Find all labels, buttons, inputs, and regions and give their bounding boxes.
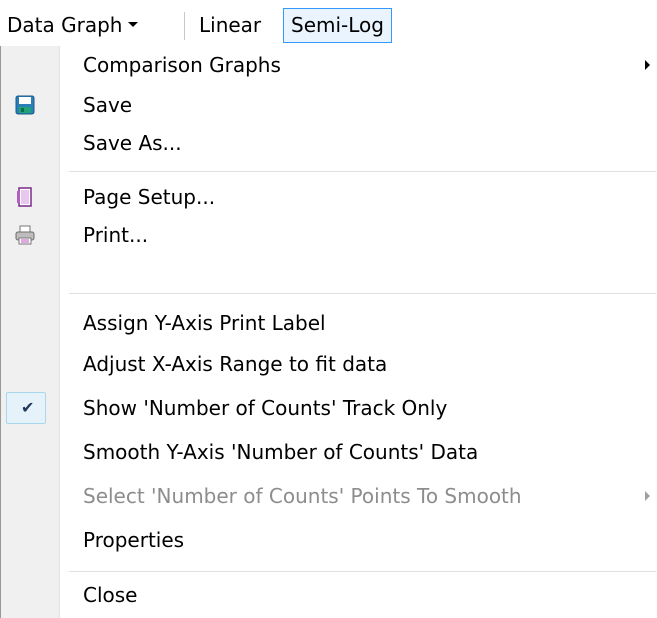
printer-icon <box>15 225 35 245</box>
menu-item-label: Print... <box>83 223 149 247</box>
submenu-arrow-icon <box>645 491 650 501</box>
menu-item-label: Save <box>83 93 133 117</box>
menu-item-properties[interactable]: Properties <box>1 521 656 559</box>
menu-separator <box>69 171 656 172</box>
data-graph-menu: Comparison Graphs Save Save As... Page S… <box>0 46 657 618</box>
chevron-down-icon <box>128 22 139 27</box>
menu-item-label: Properties <box>83 528 185 552</box>
menu-item-label: Comparison Graphs <box>83 53 281 77</box>
data-graph-label: Data Graph <box>7 13 123 37</box>
menu-item-smooth-y-axis-data[interactable]: Smooth Y-Axis 'Number of Counts' Data <box>1 433 656 471</box>
menu-item-select-points-to-smooth: Select 'Number of Counts' Points To Smoo… <box>1 477 656 515</box>
menu-separator <box>69 293 656 294</box>
submenu-arrow-icon <box>645 60 650 70</box>
checkmark-box: ✔ <box>6 392 46 424</box>
menu-item-print[interactable]: Print... <box>1 216 656 254</box>
menu-item-adjust-x-axis-range[interactable]: Adjust X-Axis Range to fit data <box>1 345 656 383</box>
menu-item-show-counts-track-only[interactable]: ✔ Show 'Number of Counts' Track Only <box>1 389 656 427</box>
data-graph-dropdown[interactable]: Data Graph <box>2 8 143 42</box>
page-setup-icon <box>15 187 35 207</box>
menu-item-label: Show 'Number of Counts' Track Only <box>83 396 448 420</box>
checkmark-icon: ✔ <box>21 398 35 417</box>
menu-item-assign-y-axis-print-label[interactable]: Assign Y-Axis Print Label <box>1 304 656 342</box>
toolbar-separator <box>184 12 185 40</box>
menu-item-label: Select 'Number of Counts' Points To Smoo… <box>83 484 522 508</box>
menu-item-label: Smooth Y-Axis 'Number of Counts' Data <box>83 440 479 464</box>
menu-item-label: Adjust X-Axis Range to fit data <box>83 352 388 376</box>
menu-item-label: Close <box>83 583 138 607</box>
menu-item-label: Assign Y-Axis Print Label <box>83 311 326 335</box>
linear-button[interactable]: Linear <box>193 8 267 42</box>
menu-item-save[interactable]: Save <box>1 86 656 124</box>
menu-item-page-setup[interactable]: Page Setup... <box>1 178 656 216</box>
save-icon <box>15 95 35 115</box>
menu-separator <box>69 571 656 572</box>
menu-item-label: Page Setup... <box>83 185 216 209</box>
menu-item-save-as[interactable]: Save As... <box>1 124 656 162</box>
semi-log-button[interactable]: Semi-Log <box>283 8 392 43</box>
menu-item-label: Save As... <box>83 131 182 155</box>
menu-item-close[interactable]: Close <box>1 576 656 614</box>
menu-item-comparison-graphs[interactable]: Comparison Graphs <box>1 46 656 84</box>
menu-toolbar: Data Graph Linear Semi-Log <box>0 0 657 46</box>
